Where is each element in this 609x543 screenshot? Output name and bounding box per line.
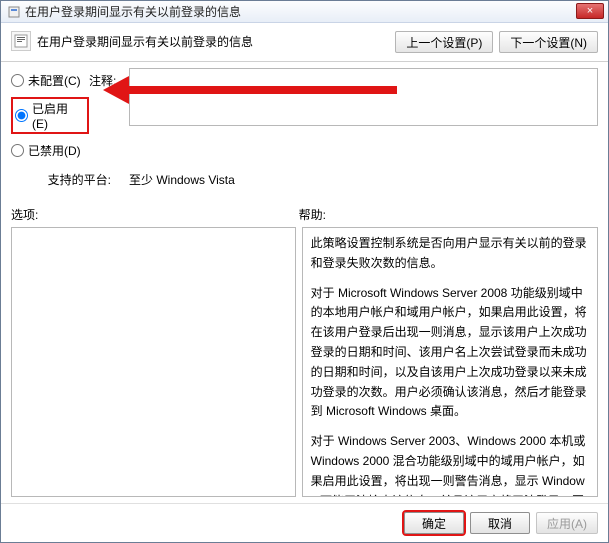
help-paragraph: 此策略设置控制系统是否向用户显示有关以前的登录和登录失败次数的信息。	[311, 234, 589, 274]
radio-disabled[interactable]: 已禁用(D)	[11, 142, 89, 159]
policy-title: 在用户登录期间显示有关以前登录的信息	[37, 33, 253, 50]
radio-disabled-label: 已禁用(D)	[28, 142, 81, 159]
window-title: 在用户登录期间显示有关以前登录的信息	[25, 3, 241, 20]
apply-button[interactable]: 应用(A)	[536, 512, 598, 534]
cancel-button[interactable]: 取消	[470, 512, 530, 534]
help-paragraph: 对于 Microsoft Windows Server 2008 功能级别域中的…	[311, 284, 589, 423]
radio-not-configured-label: 未配置(C)	[28, 72, 81, 89]
options-panel	[11, 227, 296, 497]
close-button[interactable]: ×	[576, 3, 604, 19]
policy-editor-window: 在用户登录期间显示有关以前登录的信息 × 在用户登录期间显示有关以前登录的信息 …	[0, 0, 609, 543]
help-heading: 帮助:	[299, 206, 326, 223]
options-heading: 选项:	[11, 206, 299, 223]
toolbar: 在用户登录期间显示有关以前登录的信息 上一个设置(P) 下一个设置(N)	[1, 23, 608, 62]
next-setting-button[interactable]: 下一个设置(N)	[499, 31, 598, 53]
dialog-body: 未配置(C) 已启用(E) 已禁用(D) 注释:	[1, 62, 608, 503]
close-icon: ×	[587, 6, 593, 17]
radio-enabled[interactable]: 已启用(E)	[11, 97, 89, 134]
radio-disabled-input[interactable]	[11, 144, 24, 157]
policy-icon	[7, 5, 21, 19]
comment-label: 注释:	[89, 68, 129, 159]
title-bar: 在用户登录期间显示有关以前登录的信息 ×	[1, 1, 608, 23]
comment-area: 注释:	[89, 68, 598, 159]
supported-platform-row: 支持的平台: 至少 Windows Vista	[11, 171, 598, 188]
dialog-footer: 确定 取消 应用(A)	[1, 503, 608, 542]
help-paragraph: 对于 Windows Server 2003、Windows 2000 本机或 …	[311, 432, 589, 497]
ok-button[interactable]: 确定	[404, 512, 464, 534]
help-panel[interactable]: 此策略设置控制系统是否向用户显示有关以前的登录和登录失败次数的信息。 对于 Mi…	[302, 227, 598, 497]
platform-label: 支持的平台:	[11, 171, 129, 188]
radio-not-configured[interactable]: 未配置(C)	[11, 72, 89, 89]
platform-value: 至少 Windows Vista	[129, 171, 235, 188]
radio-not-configured-input[interactable]	[11, 74, 24, 87]
policy-doc-icon	[11, 31, 31, 51]
comment-input[interactable]	[129, 68, 598, 126]
state-radio-group: 未配置(C) 已启用(E) 已禁用(D)	[11, 68, 89, 159]
radio-enabled-input[interactable]	[15, 109, 28, 122]
prev-setting-button[interactable]: 上一个设置(P)	[395, 31, 493, 53]
radio-enabled-label: 已启用(E)	[32, 100, 83, 131]
